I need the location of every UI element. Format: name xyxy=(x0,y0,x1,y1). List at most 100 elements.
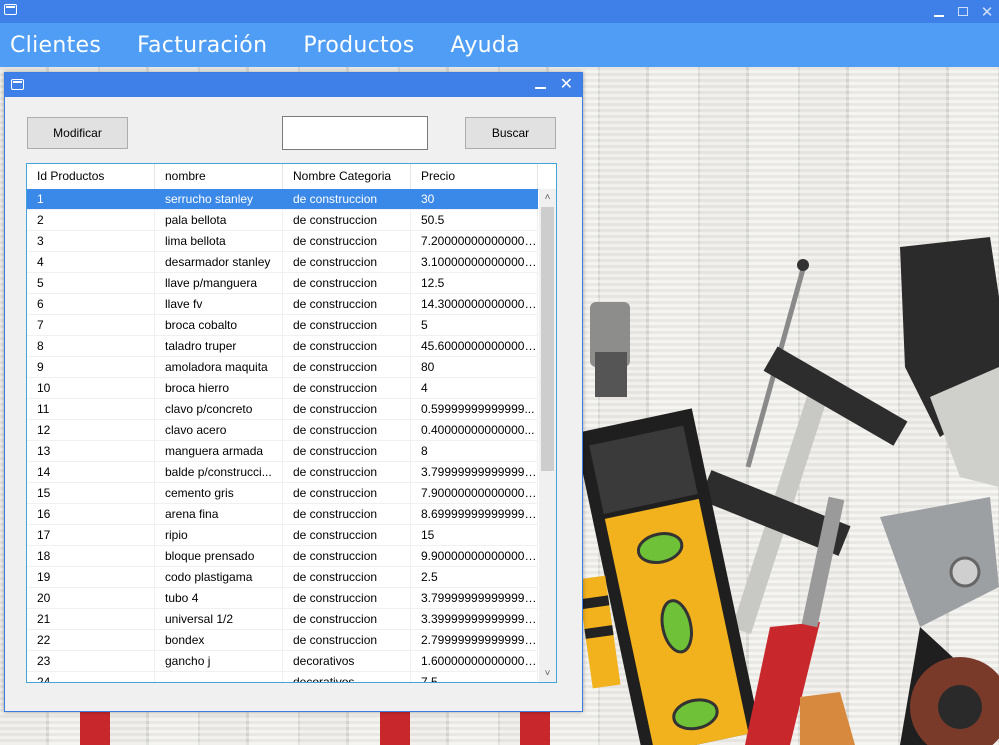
cell-precio: 3.1000000000000001 xyxy=(411,252,538,272)
cell-precio: 50.5 xyxy=(411,210,538,230)
table-row[interactable]: 2 pala bellota de construccion 50.5 xyxy=(27,210,538,231)
table-row[interactable]: 14 balde p/construcci... de construccion 3.… xyxy=(27,462,538,483)
cell-nombre: lima bellota xyxy=(155,231,283,251)
cell-id: 23 xyxy=(27,651,155,671)
menu-ayuda[interactable]: Ayuda xyxy=(450,33,519,58)
cell-categoria: decorativos xyxy=(283,651,411,671)
table-row[interactable]: 21 universal 1/2 de construccion 3.39999999… xyxy=(27,609,538,630)
cell-nombre: pala bellota xyxy=(155,210,283,230)
cell-nombre: bloque prensado xyxy=(155,546,283,566)
cell-precio: 2.7999999999999998 xyxy=(411,630,538,650)
menu-clientes[interactable]: Clientes xyxy=(10,33,101,58)
cell-categoria: de construccion xyxy=(283,609,411,629)
cell-precio: 14.300000000000001 xyxy=(411,294,538,314)
cell-nombre: ripio xyxy=(155,525,283,545)
table-row[interactable]: 16 arena fina de construccion 8.69999999999… xyxy=(27,504,538,525)
table-row[interactable]: 5 llave p/manguera de construccion 12.5 xyxy=(27,273,538,294)
cell-categoria: de construccion xyxy=(283,378,411,398)
cell-id: 10 xyxy=(27,378,155,398)
cell-id: 8 xyxy=(27,336,155,356)
cell-precio: 12.5 xyxy=(411,273,538,293)
cell-id: 19 xyxy=(27,567,155,587)
cell-nombre: gancho j xyxy=(155,651,283,671)
table-row[interactable]: 15 cemento gris de construccion 7.900000000… xyxy=(27,483,538,504)
search-input[interactable] xyxy=(282,116,428,150)
cell-precio: 45.600000000000001 xyxy=(411,336,538,356)
cell-id: 9 xyxy=(27,357,155,377)
cell-nombre: broca cobalto xyxy=(155,315,283,335)
cell-nombre: llave p/manguera xyxy=(155,273,283,293)
cell-precio: 7.2000000000000002 xyxy=(411,231,538,251)
cell-categoria: decorativos xyxy=(283,672,411,682)
table-row[interactable]: 18 bloque prensado de construccion 9.900000… xyxy=(27,546,538,567)
cell-nombre xyxy=(155,672,283,682)
cell-nombre: manguera armada xyxy=(155,441,283,461)
menu-productos[interactable]: Productos xyxy=(303,33,414,58)
column-header-id[interactable]: Id Productos xyxy=(27,164,155,189)
table-row[interactable]: 20 tubo 4 de construccion 3.799999999999999… xyxy=(27,588,538,609)
cell-id: 24 xyxy=(27,672,155,682)
table-row[interactable]: 24 decorativos 7.5 xyxy=(27,672,538,682)
table-row[interactable]: 8 taladro truper de construccion 45.6000000… xyxy=(27,336,538,357)
cell-categoria: de construccion xyxy=(283,504,411,524)
cell-id: 16 xyxy=(27,504,155,524)
table-row[interactable]: 9 amoladora maquita de construccion 80 xyxy=(27,357,538,378)
child-close-button[interactable]: ✕ xyxy=(560,74,573,93)
child-minimize-button[interactable] xyxy=(535,87,546,89)
menu-bar: Clientes Facturación Productos Ayuda xyxy=(0,23,999,67)
table-row[interactable]: 17 ripio de construccion 15 xyxy=(27,525,538,546)
table-row[interactable]: 1 serrucho stanley de construccion 30 xyxy=(27,189,538,210)
cell-categoria: de construccion xyxy=(283,546,411,566)
cell-categoria: de construccion xyxy=(283,462,411,482)
table-row[interactable]: 4 desarmador stanley de construccion 3.1000… xyxy=(27,252,538,273)
cell-nombre: arena fina xyxy=(155,504,283,524)
productos-grid[interactable]: Id Productos nombre Nombre Categoria Pre… xyxy=(26,163,557,683)
cell-precio: 3.3999999999999999 xyxy=(411,609,538,629)
cell-categoria: de construccion xyxy=(283,357,411,377)
cell-id: 21 xyxy=(27,609,155,629)
table-row[interactable]: 6 llave fv de construccion 14.3000000000000… xyxy=(27,294,538,315)
cell-id: 5 xyxy=(27,273,155,293)
cell-id: 4 xyxy=(27,252,155,272)
cell-precio: 7.5 xyxy=(411,672,538,682)
cell-precio: 7.9000000000000004 xyxy=(411,483,538,503)
table-row[interactable]: 3 lima bellota de construccion 7.2000000000… xyxy=(27,231,538,252)
column-header-precio[interactable]: Precio xyxy=(411,164,538,189)
scroll-down-arrow-icon[interactable]: ˅ xyxy=(539,665,556,682)
table-row[interactable]: 13 manguera armada de construccion 8 xyxy=(27,441,538,462)
minimize-button[interactable] xyxy=(927,0,951,23)
scroll-up-arrow-icon[interactable]: ˄ xyxy=(539,189,556,206)
vertical-scrollbar[interactable]: ˄ ˅ xyxy=(539,189,556,682)
cell-id: 18 xyxy=(27,546,155,566)
cell-id: 1 xyxy=(27,189,155,209)
table-row[interactable]: 10 broca hierro de construccion 4 xyxy=(27,378,538,399)
cell-categoria: de construccion xyxy=(283,231,411,251)
scroll-thumb[interactable] xyxy=(541,207,554,471)
menu-facturacion[interactable]: Facturación xyxy=(137,33,267,58)
column-header-nombre[interactable]: nombre xyxy=(155,164,283,189)
table-row[interactable]: 19 codo plastigama de construccion 2.5 xyxy=(27,567,538,588)
table-row[interactable]: 12 clavo acero de construccion 0.4000000000… xyxy=(27,420,538,441)
cell-id: 14 xyxy=(27,462,155,482)
table-row[interactable]: 7 broca cobalto de construccion 5 xyxy=(27,315,538,336)
cell-nombre: clavo acero xyxy=(155,420,283,440)
maximize-button[interactable] xyxy=(951,0,975,23)
modificar-button[interactable]: Modificar xyxy=(27,117,128,149)
cell-precio: 80 xyxy=(411,357,538,377)
cell-id: 17 xyxy=(27,525,155,545)
cell-nombre: serrucho stanley xyxy=(155,189,283,209)
cell-precio: 5 xyxy=(411,315,538,335)
close-button[interactable]: ✕ xyxy=(975,0,999,23)
table-row[interactable]: 22 bondex de construccion 2.799999999999999… xyxy=(27,630,538,651)
cell-categoria: de construccion xyxy=(283,336,411,356)
cell-precio: 3.7999999999999998 xyxy=(411,588,538,608)
app-window-icon xyxy=(4,4,17,15)
cell-precio: 4 xyxy=(411,378,538,398)
table-row[interactable]: 11 clavo p/concreto de construccion 0.59999… xyxy=(27,399,538,420)
column-header-categoria[interactable]: Nombre Categoria xyxy=(283,164,411,189)
window-controls: ✕ xyxy=(927,0,999,23)
table-row[interactable]: 23 gancho j decorativos 1.6000000000000001 xyxy=(27,651,538,672)
buscar-button[interactable]: Buscar xyxy=(465,117,556,149)
cell-nombre: bondex xyxy=(155,630,283,650)
cell-nombre: balde p/construcci... xyxy=(155,462,283,482)
